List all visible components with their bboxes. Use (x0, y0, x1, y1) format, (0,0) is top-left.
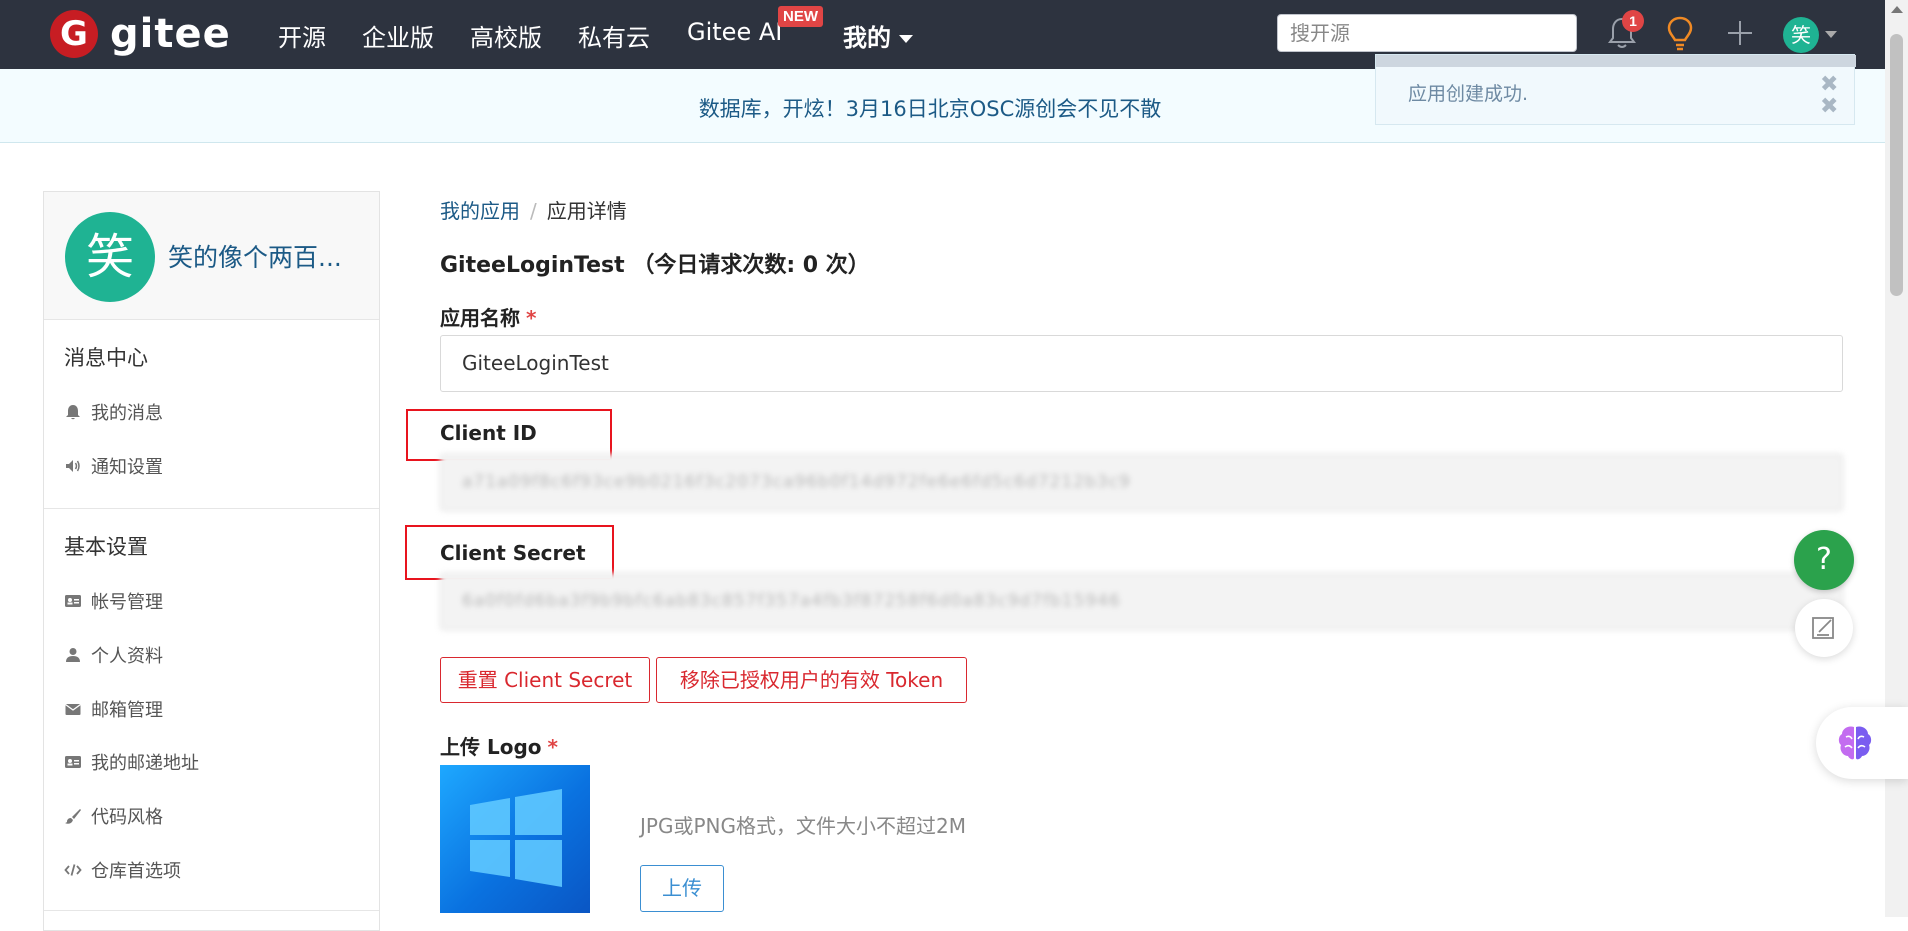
sidebar-item-label: 代码风格 (91, 807, 163, 828)
sidebar-item-profile[interactable]: 个人资料 (64, 642, 163, 668)
volume-icon (66, 460, 80, 472)
breadcrumb-current: 应用详情 (546, 199, 627, 223)
code-icon (64, 864, 82, 876)
nav-gitee-ai[interactable]: Gitee AI (687, 18, 782, 46)
logo-preview-image (440, 765, 590, 913)
chevron-down-icon (899, 35, 913, 43)
divider (44, 910, 379, 911)
divider (44, 508, 379, 509)
avatar[interactable]: 笑 (65, 212, 155, 302)
ai-assistant-button[interactable] (1816, 707, 1908, 779)
logo-label: 上传 Logo * (440, 735, 558, 759)
gitee-logo-text: gitee (110, 11, 231, 57)
scrollbar-thumb[interactable] (1890, 34, 1903, 296)
user-name[interactable]: 笑的像个两百... (168, 238, 342, 274)
sidebar-item-label: 仓库首选项 (91, 861, 181, 882)
help-button[interactable]: ? (1794, 530, 1854, 590)
breadcrumb-separator: / (530, 199, 537, 223)
user-icon (66, 648, 80, 662)
sidebar-user-card: 笑 笑的像个两百... (44, 192, 379, 320)
app-name-input[interactable]: GiteeLoginTest (440, 335, 1843, 392)
sidebar-item-label: 通知设置 (91, 457, 163, 478)
settings-sidebar: 笑 笑的像个两百... 消息中心 我的消息 通知设置 基本设置 帐号管理 个人资… (43, 191, 380, 931)
sidebar-item-account[interactable]: 帐号管理 (64, 588, 163, 614)
chevron-down-icon[interactable] (1825, 31, 1837, 38)
breadcrumb: 我的应用 / 应用详情 (440, 195, 627, 224)
nav-me-dropdown[interactable]: 我的 (843, 18, 913, 53)
new-badge: NEW (778, 6, 823, 27)
client-id-field[interactable]: a71a09f8c6f93ce9b0216f3c2073ca96b0f14d97… (440, 454, 1843, 511)
page-title: GiteeLoginTest （今日请求次数: 0 次） (440, 253, 870, 278)
app-name-label: 应用名称 * (440, 306, 537, 330)
sidebar-item-email[interactable]: 邮箱管理 (64, 696, 163, 722)
highlight-box-client-secret (405, 525, 614, 580)
required-mark: * (547, 735, 558, 759)
toast-top-bar (1376, 55, 1856, 67)
nav-open-source[interactable]: 开源 (278, 18, 326, 53)
notification-count-badge: 1 (1622, 10, 1644, 32)
breadcrumb-my-apps[interactable]: 我的应用 (440, 199, 520, 223)
sidebar-item-label: 我的消息 (91, 403, 163, 424)
section-title-basic-settings: 基本设置 (64, 535, 148, 559)
revoke-tokens-button[interactable]: 移除已授权用户的有效 Token (656, 657, 967, 703)
lightbulb-icon[interactable] (1665, 16, 1695, 52)
plus-icon[interactable] (1725, 18, 1755, 48)
sidebar-item-label: 帐号管理 (91, 592, 163, 613)
nav-education[interactable]: 高校版 (470, 18, 542, 53)
required-mark: * (526, 306, 537, 330)
envelope-icon (65, 703, 81, 715)
gitee-logo-icon: G (50, 10, 98, 58)
sidebar-item-notify-settings[interactable]: 通知设置 (64, 453, 163, 479)
close-icon[interactable]: ✖ ✖ (1820, 73, 1838, 117)
nav-private-cloud[interactable]: 私有云 (578, 18, 650, 53)
section-title-messages: 消息中心 (64, 346, 148, 370)
logo-format-hint: JPG或PNG格式，文件大小不超过2M (640, 814, 966, 838)
sidebar-item-label: 我的邮递地址 (91, 753, 199, 774)
windows-logo-icon (470, 789, 562, 887)
id-card-icon (65, 595, 81, 607)
sidebar-item-label: 邮箱管理 (91, 700, 163, 721)
brain-icon (1838, 726, 1872, 760)
sidebar-item-my-messages[interactable]: 我的消息 (64, 399, 163, 425)
nav-enterprise[interactable]: 企业版 (362, 18, 434, 53)
success-toast: 应用创建成功. ✖ ✖ (1375, 54, 1856, 125)
feedback-button[interactable] (1795, 599, 1853, 657)
search-input[interactable]: 搜开源 (1277, 14, 1577, 52)
reset-client-secret-button[interactable]: 重置 Client Secret (440, 657, 650, 703)
upload-button[interactable]: 上传 (640, 865, 724, 912)
nav-me-label: 我的 (843, 24, 891, 52)
brush-icon (65, 809, 81, 824)
client-secret-field[interactable]: 6a0f0fd6ba3f9b9bfc6ab83c857f357a4fb3f872… (440, 573, 1843, 630)
sidebar-item-repo-preferences[interactable]: 仓库首选项 (64, 857, 181, 883)
bell-icon (66, 405, 80, 420)
user-avatar[interactable]: 笑 (1783, 17, 1819, 53)
sidebar-item-code-style[interactable]: 代码风格 (64, 803, 163, 829)
address-card-icon (65, 756, 81, 768)
toast-message: 应用创建成功. (1408, 83, 1529, 105)
scroll-up-arrow-icon[interactable] (1891, 6, 1903, 13)
sidebar-item-address[interactable]: 我的邮递地址 (64, 749, 199, 775)
edit-note-icon (1812, 617, 1834, 639)
gitee-logo[interactable]: G gitee (50, 10, 231, 58)
sidebar-item-label: 个人资料 (91, 646, 163, 667)
